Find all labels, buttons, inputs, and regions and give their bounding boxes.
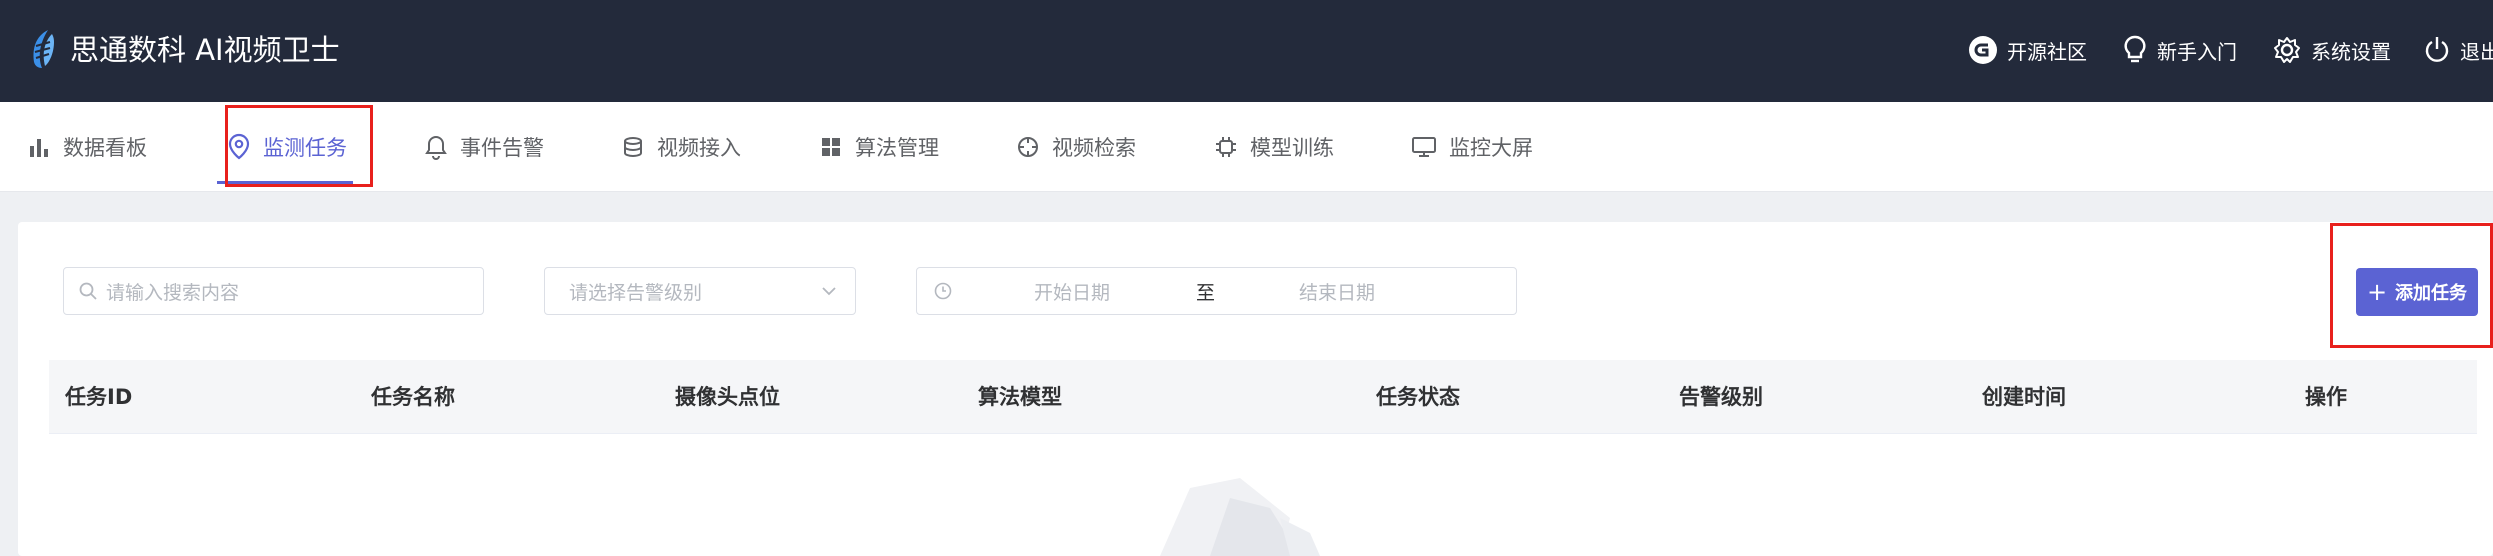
column-header: 算法模型 [978,385,1062,409]
lightbulb-icon [2124,35,2146,63]
nav-label: 模型训练 [1250,136,1334,160]
nav-item-event-alerts[interactable]: 事件告警 [424,102,544,192]
nav-item-dashboard[interactable]: 数据看板 [27,102,147,192]
alert-level-placeholder: 请选择告警级别 [569,281,703,304]
open-source-link[interactable]: 开源社区 [1968,32,2087,68]
nav-label: 事件告警 [460,136,544,160]
nav-item-model-training[interactable]: 模型训练 [1214,102,1334,192]
getting-started-link[interactable]: 新手入门 [2122,32,2237,68]
search-icon [79,282,97,300]
column-header: 告警级别 [1679,385,1763,409]
app-title: 思通数科 AI视频卫士 [70,33,340,67]
top-header: 思通数科 AI视频卫士 开源社区 新手入门 系统设置 退出 [0,0,2493,102]
column-header: 任务ID [65,385,133,409]
nav-label: 视频检索 [1052,136,1136,160]
grid-icon [822,138,840,156]
getting-started-label: 新手入门 [2157,39,2237,64]
annotation-box-monitoring-tab [225,105,373,187]
column-header: 创建时间 [1982,385,2066,409]
empty-state-illustration [1160,478,1320,556]
system-settings-label: 系统设置 [2311,39,2391,64]
open-source-label: 开源社区 [2007,39,2087,64]
chevron-down-icon [822,287,836,296]
logout-label: 退出 [2460,39,2493,64]
logout-link[interactable]: 退出 [2423,32,2493,68]
nav-item-monitor-screen[interactable]: 监控大屏 [1411,102,1533,192]
date-range-picker[interactable]: 开始日期 至 结束日期 [916,267,1517,315]
github-icon [1969,36,1997,64]
annotation-box-add-task [2330,223,2493,348]
column-header: 摄像头点位 [675,385,780,409]
app-logo-icon [33,30,54,68]
main-nav: 数据看板 监测任务 事件告警 视频接入 算法管理 视频检索 模型训练 监控大屏 [0,102,2493,192]
compass-icon [1018,137,1038,157]
nav-label: 监控大屏 [1449,136,1533,160]
nav-label: 视频接入 [657,136,741,160]
bell-icon [425,135,447,160]
column-header: 操作 [2305,385,2347,409]
alert-level-select[interactable]: 请选择告警级别 [544,267,856,315]
gear-icon [2274,37,2300,63]
nav-label: 算法管理 [855,136,939,160]
bar-chart-icon [30,139,48,157]
cpu-icon [1216,137,1236,157]
database-icon [624,137,642,157]
monitor-icon [1412,137,1436,157]
search-placeholder: 请输入搜索内容 [106,281,240,304]
date-range-separator: 至 [1196,281,1216,304]
clock-icon [934,282,952,300]
nav-item-video-access[interactable]: 视频接入 [621,102,741,192]
column-header: 任务状态 [1376,385,1460,409]
nav-label: 数据看板 [63,136,147,160]
table-header: 任务ID 任务名称 摄像头点位 算法模型 任务状态 告警级别 创建时间 操作 [49,360,2477,434]
nav-item-algorithm-management[interactable]: 算法管理 [819,102,939,192]
search-input[interactable]: 请输入搜索内容 [63,267,484,315]
start-date-input[interactable]: 开始日期 [1034,278,1110,305]
end-date-input[interactable]: 结束日期 [1299,278,1375,305]
nav-item-video-search[interactable]: 视频检索 [1016,102,1136,192]
system-settings-link[interactable]: 系统设置 [2272,32,2391,68]
power-icon [2425,37,2449,62]
column-header: 任务名称 [371,385,455,409]
